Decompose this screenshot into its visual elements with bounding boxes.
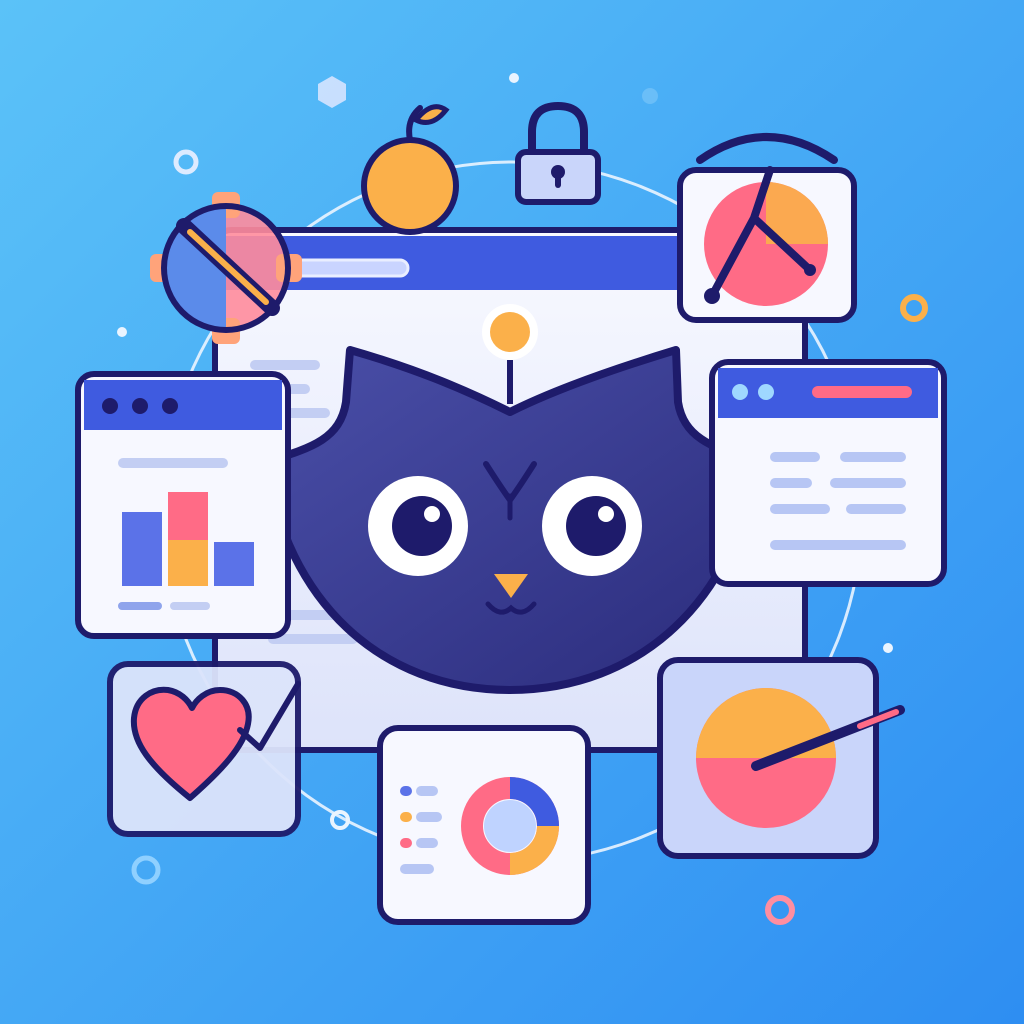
dot-decoration: [117, 327, 127, 337]
right-eye: [542, 476, 642, 576]
window-dots: [102, 398, 178, 414]
text-list-card[interactable]: [709, 359, 947, 587]
pie-chart-pen-card[interactable]: [657, 657, 905, 859]
dot-decoration: [883, 643, 893, 653]
donut-chart-card[interactable]: [377, 725, 591, 925]
illustration-canvas: [0, 0, 1024, 1024]
left-eye: [368, 476, 468, 576]
bar-chart-card[interactable]: [75, 371, 291, 639]
address-bar[interactable]: [290, 258, 410, 278]
dot-decoration: [642, 88, 658, 104]
dot-decoration: [509, 73, 519, 83]
favorites-card[interactable]: [107, 661, 301, 837]
